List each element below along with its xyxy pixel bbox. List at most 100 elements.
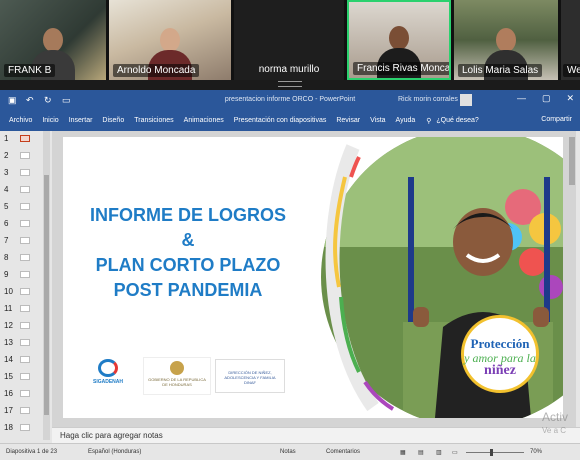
thumbnail-preview [20,254,30,261]
window-controls: — ▢ ✕ [517,93,574,104]
slide-thumbnail[interactable]: 11 [0,301,44,318]
slide-thumbnail[interactable]: 6 [0,216,44,233]
participant-name: Arnoldo Moncada [113,64,200,77]
slide-number: 18 [4,423,13,432]
thumbnail-preview [20,407,30,414]
slide-thumbnail[interactable]: 8 [0,250,44,267]
language-indicator[interactable]: Español (Honduras) [88,449,141,455]
slide-thumbnail[interactable]: 16 [0,386,44,403]
tab-animaciones[interactable]: Animaciones [179,117,229,124]
activation-watermark: Activ Ve a C [542,410,569,435]
slide-thumbnail[interactable]: 14 [0,352,44,369]
thumbnail-preview [20,220,30,227]
participant-tile[interactable]: Arnoldo Moncada [109,0,231,80]
thumbnail-preview [20,356,30,363]
slide-number: 3 [4,168,9,177]
thumbnail-preview [20,271,30,278]
slide-thumbnail[interactable]: 10 [0,284,44,301]
slide-thumbnail[interactable]: 3 [0,165,44,182]
title-line: INFORME DE LOGROS [89,205,286,225]
strip-drag-handle[interactable] [278,81,302,87]
slide-number: 6 [4,219,9,228]
slide-number: 11 [4,304,13,313]
tab-inicio[interactable]: Inicio [37,117,63,124]
slide-thumbnail[interactable]: 1 [0,131,44,148]
tab-diseno[interactable]: Diseño [97,117,129,124]
powerpoint-window: ▣ ↶ ↻ ▭ presentacion informe ORCO - Powe… [0,90,580,460]
slide-number: 8 [4,253,9,262]
slide-scrollbar[interactable] [568,131,576,427]
maximize-button[interactable]: ▢ [542,93,551,104]
slide-thumbnail[interactable]: 18 [0,420,44,437]
ribbon-tabs: Archivo Inicio Insertar Diseño Transicio… [0,110,580,131]
slide-thumbnail[interactable]: 9 [0,267,44,284]
tab-ayuda[interactable]: Ayuda [391,117,421,124]
notes-button[interactable]: Notas [280,449,296,455]
tab-archivo[interactable]: Archivo [4,117,37,124]
thumbnail-preview [20,186,30,193]
status-bar: Diapositiva 1 de 23 Español (Honduras) N… [0,443,580,460]
current-slide[interactable]: INFORME DE LOGROS & PLAN CORTO PLAZO POS… [63,137,563,418]
participant-name: Lolis Maria Salas [458,64,543,77]
reading-view-icon[interactable]: ▥ [436,449,442,456]
tab-presentacion[interactable]: Presentación con diapositivas [229,117,332,124]
share-button[interactable]: Compartir [541,116,572,123]
close-button[interactable]: ✕ [566,93,574,104]
minimize-button[interactable]: — [517,93,526,104]
title-line: PLAN CORTO PLAZO [95,255,281,275]
slide-thumbnail-pane: 1 2 3 4 5 6 7 8 9 10 11 12 13 14 15 16 17 18 [0,131,52,440]
slide-thumbnail[interactable]: 13 [0,335,44,352]
tell-me-search[interactable]: ¿Qué desea? [431,117,483,124]
slide-number: 16 [4,389,13,398]
slide-thumbnail[interactable]: 17 [0,403,44,420]
normal-view-icon[interactable]: ▦ [400,449,406,456]
tab-transiciones[interactable]: Transiciones [129,117,178,124]
notes-pane[interactable]: Haga clic para agregar notas [52,427,580,443]
government-logo: GOBIERNO DE LA REPUBLICA DE HONDURAS [143,357,211,395]
thumbnail-scrollbar[interactable] [43,131,50,440]
thumbnail-preview [20,390,30,397]
slide-editing-area: INFORME DE LOGROS & PLAN CORTO PLAZO POS… [52,131,568,427]
slide-number: 7 [4,236,9,245]
slide-thumbnail[interactable]: 12 [0,318,44,335]
thumbnail-preview [20,322,30,329]
document-title: presentacion informe ORCO - PowerPoint [224,96,356,103]
tab-vista[interactable]: Vista [365,117,390,124]
participant-tile[interactable]: Lolis Maria Salas [454,0,558,80]
zoom-slider[interactable] [466,452,524,453]
logos-row: SIGADENAH GOBIERNO DE LA REPUBLICA DE HO… [88,355,288,399]
zoom-level[interactable]: 70% [530,449,542,455]
participant-tile[interactable]: norma murillo [234,0,344,80]
participant-name: FRANK B [4,64,56,77]
slide-thumbnail[interactable]: 2 [0,148,44,165]
slide-thumbnail[interactable]: 4 [0,182,44,199]
slide-thumbnail[interactable]: 7 [0,233,44,250]
participant-tile-active-speaker[interactable]: Francis Rivas Moncada [347,0,451,80]
participant-tile[interactable]: Wen [561,0,580,80]
comments-button[interactable]: Comentarios [326,449,360,455]
tab-insertar[interactable]: Insertar [64,117,98,124]
slide-thumbnail[interactable]: 15 [0,369,44,386]
title-bar: ▣ ↶ ↻ ▭ presentacion informe ORCO - Powe… [0,90,580,110]
title-line: POST PANDEMIA [113,280,263,300]
participant-tile[interactable]: FRANK B [0,0,106,80]
zoom-slider-knob[interactable] [490,449,493,456]
proteccion-badge-logo: Protección y amor para la niñez [461,315,539,393]
slideshow-icon[interactable]: ▭ [452,449,458,456]
slide-title[interactable]: INFORME DE LOGROS & PLAN CORTO PLAZO POS… [73,203,303,303]
account-name[interactable]: Rick morin corrales [398,96,458,103]
slide-thumbnail[interactable]: 5 [0,199,44,216]
slide-counter: Diapositiva 1 de 23 [6,449,58,455]
account-avatar[interactable] [460,94,472,106]
slide-number: 13 [4,338,13,347]
slide-number: 10 [4,287,13,296]
slide-number: 15 [4,372,13,381]
participant-name: norma murillo [258,64,320,75]
slide-number: 4 [4,185,9,194]
sigadenah-logo: SIGADENAH [88,359,128,395]
slide-number: 14 [4,355,13,364]
slide-number: 2 [4,151,9,160]
thumbnail-preview [20,169,30,176]
tab-revisar[interactable]: Revisar [331,117,365,124]
sorter-view-icon[interactable]: ▤ [418,449,424,456]
